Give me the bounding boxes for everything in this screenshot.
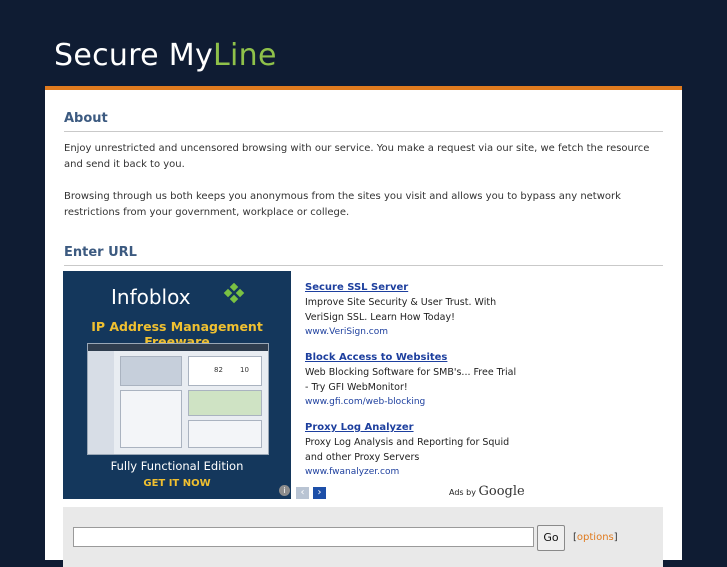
infoblox-banner-ad[interactable]: Infoblox IP Address Management Freeware … — [63, 271, 291, 499]
ad-title[interactable]: Block Access to Websites — [305, 350, 535, 365]
text-ad-2[interactable]: Block Access to Websites Web Blocking So… — [305, 350, 535, 410]
go-button[interactable]: Go — [537, 525, 565, 551]
screenshot-number-a: 82 — [214, 366, 223, 374]
site-title: Secure MyLine — [54, 38, 277, 73]
ad-text-line: Improve Site Security & User Trust. With — [305, 297, 497, 308]
ads-by-google[interactable]: Ads by Google — [449, 484, 525, 499]
ad-url[interactable]: www.gfi.com/web-blocking — [305, 395, 535, 410]
banner-subtitle: Fully Functional Edition — [110, 459, 244, 473]
ad-info-icon[interactable]: i — [279, 485, 290, 496]
about-heading: About — [64, 111, 663, 132]
infoblox-cubes-icon — [223, 283, 245, 304]
url-input[interactable] — [73, 527, 534, 547]
product-screenshot-image: 82 10 — [87, 343, 269, 455]
ad-title[interactable]: Proxy Log Analyzer — [305, 420, 535, 435]
options-link-wrapper: [options] — [573, 532, 618, 543]
ad-prev-arrow-icon[interactable]: ‹ — [296, 487, 309, 499]
ad-title[interactable]: Secure SSL Server — [305, 280, 535, 295]
text-ad-3[interactable]: Proxy Log Analyzer Proxy Log Analysis an… — [305, 420, 535, 480]
banner-cta[interactable]: GET IT NOW — [63, 478, 291, 489]
site-title-part-b: Line — [213, 38, 277, 73]
text-ad-1[interactable]: Secure SSL Server Improve Site Security … — [305, 280, 535, 340]
screenshot-number-b: 10 — [240, 366, 249, 374]
ad-text-line: - Try GFI WebMonitor! — [305, 382, 408, 393]
options-link[interactable]: options — [577, 532, 614, 543]
ads-by-label: Ads by — [449, 488, 476, 497]
site-title-part-a: Secure My — [54, 38, 214, 73]
ad-text-line: Proxy Log Analysis and Reporting for Squ… — [305, 437, 510, 448]
banner-logo: Infoblox — [111, 285, 191, 309]
about-paragraph-1: Enjoy unrestricted and uncensored browsi… — [64, 143, 650, 170]
ad-text-line: and other Proxy Servers — [305, 452, 420, 463]
ad-url[interactable]: www.VeriSign.com — [305, 325, 535, 340]
options-bracket-close: ] — [613, 532, 618, 543]
ad-next-arrow-icon[interactable]: › — [313, 487, 326, 499]
about-paragraph-2: Browsing through us both keeps you anony… — [64, 191, 621, 218]
content-panel: About Enjoy unrestricted and uncensored … — [45, 86, 682, 567]
google-brand: Google — [478, 484, 525, 499]
ad-text-line: VeriSign SSL. Learn How Today! — [305, 312, 455, 323]
enter-url-heading: Enter URL — [64, 245, 663, 266]
ad-url[interactable]: www.fwanalyzer.com — [305, 465, 535, 480]
url-form: Go [options] — [63, 507, 663, 567]
ad-text-line: Web Blocking Software for SMB's... Free … — [305, 367, 517, 378]
